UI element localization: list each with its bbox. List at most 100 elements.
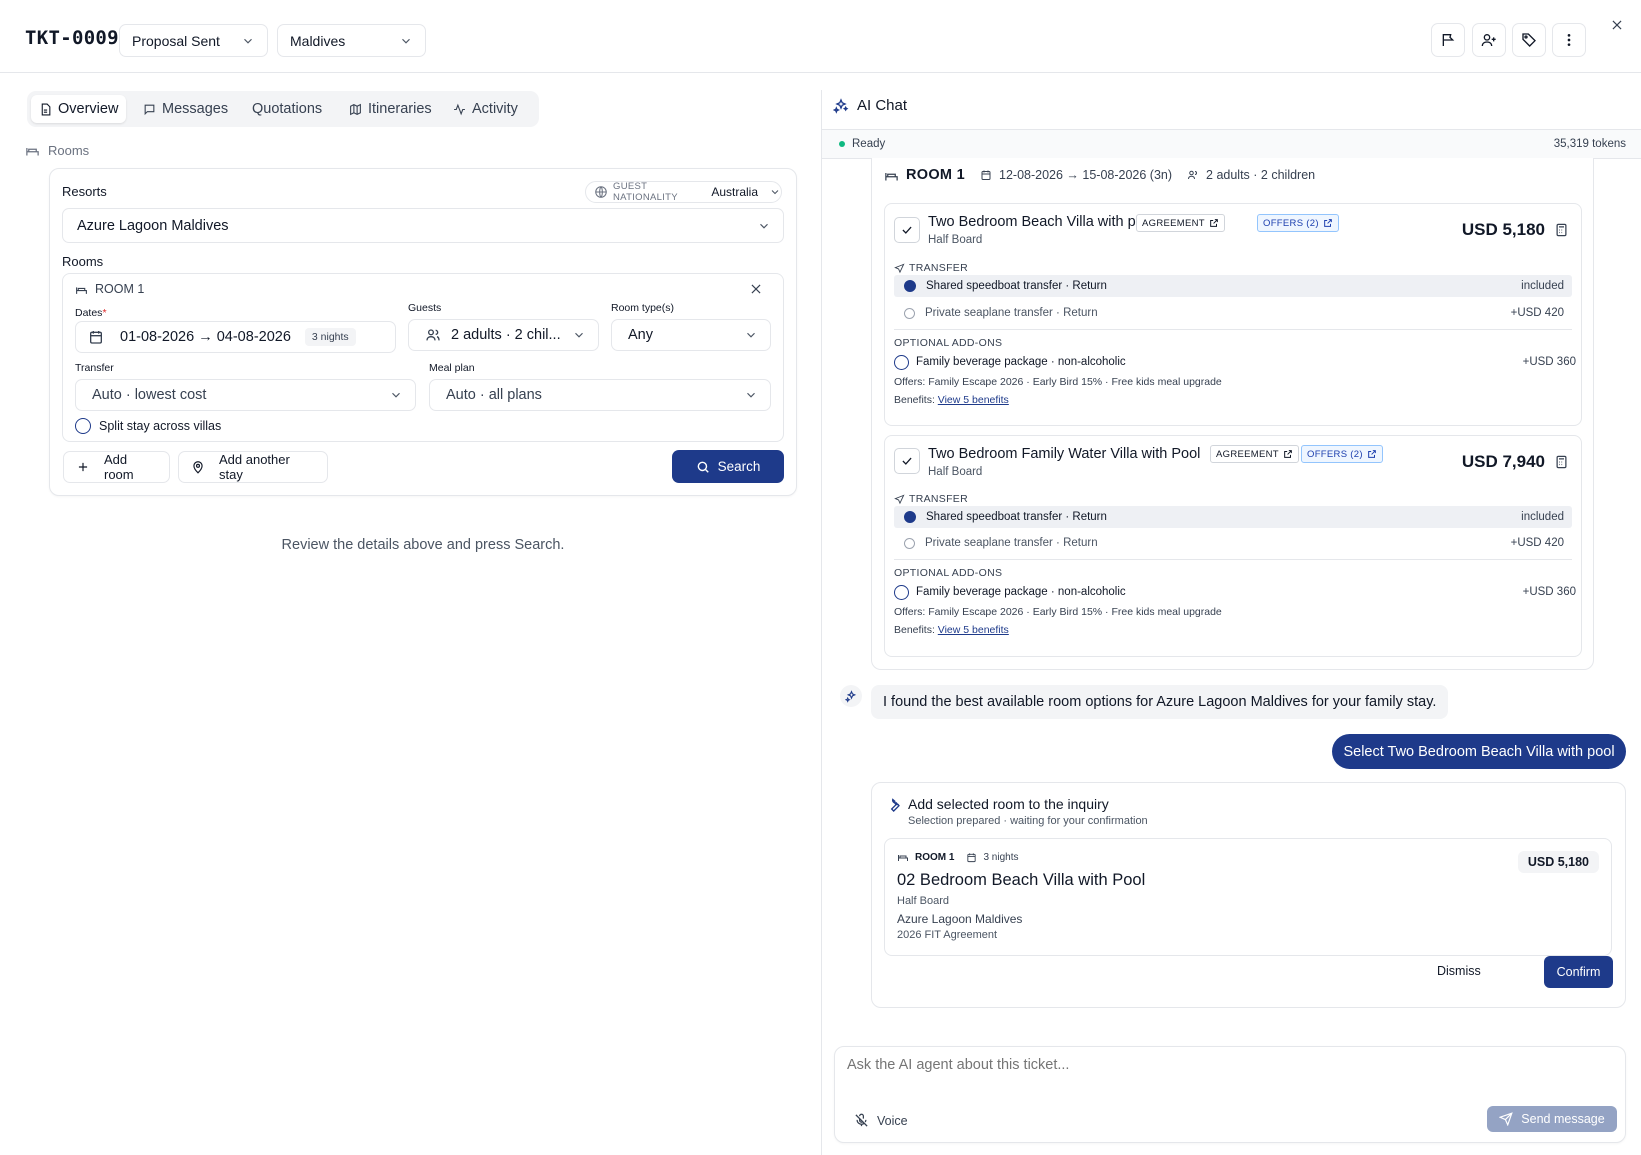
- search-icon: [696, 460, 710, 474]
- status-select-value: Proposal Sent: [132, 32, 220, 49]
- token-count: 35,319 tokens: [1553, 138, 1626, 150]
- sparkles-icon: [844, 689, 858, 703]
- tab-bar: Overview Messages Quotations Itineraries…: [27, 91, 539, 127]
- destination-select[interactable]: Maldives: [277, 24, 426, 57]
- room-1-header: ROOM 1: [75, 282, 144, 296]
- split-stay-checkbox[interactable]: [75, 418, 91, 434]
- chevron-down-icon: [399, 34, 413, 48]
- bed-icon: [75, 283, 88, 296]
- tab-label: Overview: [58, 101, 119, 117]
- flag-button[interactable]: [1431, 23, 1465, 57]
- tab-messages[interactable]: Messages: [135, 95, 236, 123]
- offers-tag[interactable]: OFFERS (2): [1301, 445, 1383, 463]
- add-room-label: Add room: [104, 452, 134, 482]
- document-icon: [39, 103, 52, 116]
- voice-button[interactable]: Voice: [854, 1113, 908, 1128]
- chevron-down-icon: [769, 186, 781, 198]
- result-guests: 2 adults · 2 children: [1206, 168, 1316, 182]
- users-icon: [425, 327, 441, 343]
- addon-checkbox[interactable]: [894, 354, 909, 370]
- addon-option[interactable]: Family beverage package · non-alcoholic …: [894, 583, 1576, 601]
- send-message-button[interactable]: Send message: [1487, 1106, 1617, 1132]
- transfer-label: Transfer: [75, 362, 114, 374]
- chat-input[interactable]: [847, 1057, 1607, 1087]
- message-icon: [143, 103, 156, 116]
- transfer-option[interactable]: Shared speedboat transfer · Return inclu…: [894, 506, 1572, 528]
- remove-room-button[interactable]: [749, 282, 763, 296]
- ai-avatar: [840, 685, 862, 707]
- search-button[interactable]: Search: [672, 450, 784, 483]
- resort-select[interactable]: Azure Lagoon Maldives: [62, 208, 784, 243]
- close-button[interactable]: [1606, 14, 1628, 36]
- addon-price: +USD 360: [1522, 586, 1576, 598]
- benefits-row: Benefits: View 5 benefits: [894, 394, 1009, 406]
- transfer-select[interactable]: Auto · lowest cost: [75, 379, 416, 411]
- chevron-down-icon: [241, 34, 255, 48]
- view-benefits-link[interactable]: View 5 benefits: [938, 394, 1009, 406]
- result-room-title: ROOM 1: [906, 167, 965, 183]
- tab-overview[interactable]: Overview: [31, 95, 127, 123]
- tab-itineraries[interactable]: Itineraries: [341, 95, 440, 123]
- map-icon: [349, 103, 362, 116]
- chat-input-box: Voice Send message: [834, 1046, 1626, 1143]
- select-option-checkbox[interactable]: [894, 448, 920, 474]
- room-1-title: ROOM 1: [95, 282, 145, 296]
- add-another-stay-button[interactable]: Add another stay: [178, 451, 328, 483]
- split-stay-toggle[interactable]: Split stay across villas: [75, 418, 221, 434]
- calendar-icon: [88, 329, 104, 345]
- guest-nationality-select[interactable]: GUEST NATIONALITY Australia: [585, 181, 782, 203]
- check-icon: [900, 454, 914, 468]
- tag-button[interactable]: [1512, 23, 1546, 57]
- offers-tag[interactable]: OFFERS (2): [1257, 214, 1339, 232]
- bed-icon: [25, 143, 40, 158]
- addon-price: +USD 360: [1522, 356, 1576, 368]
- transfer-section-label: TRANSFER: [894, 493, 968, 505]
- room-option-card: Two Bedroom Family Water Villa with Pool…: [884, 435, 1582, 657]
- option-board: Half Board: [928, 234, 983, 246]
- external-link-icon: [1283, 449, 1293, 459]
- transfer-option[interactable]: Shared speedboat transfer · Return inclu…: [894, 275, 1572, 297]
- globe-icon: [594, 185, 608, 199]
- addon-checkbox[interactable]: [894, 584, 909, 600]
- option-price: USD 5,180: [1461, 220, 1545, 239]
- plus-icon: [76, 460, 90, 474]
- confirm-button[interactable]: Confirm: [1544, 956, 1613, 988]
- summary-board: Half Board: [897, 895, 949, 907]
- room-type-select[interactable]: Any: [611, 319, 771, 351]
- addon-option[interactable]: Family beverage package · non-alcoholic …: [894, 353, 1576, 371]
- rooms-label: Rooms: [62, 254, 104, 269]
- selected-room-summary: ROOM 1 3 nights USD 5,180 02 Bedroom Bea…: [884, 838, 1612, 956]
- room-type-value: Any: [628, 327, 653, 343]
- dates-input[interactable]: 01-08-2026 → 04-08-2026 3 nights: [75, 321, 396, 353]
- external-link-icon: [1323, 218, 1333, 228]
- guests-label: Guests: [408, 302, 442, 314]
- more-button[interactable]: [1552, 23, 1586, 57]
- external-link-icon: [1367, 449, 1377, 459]
- select-option-checkbox[interactable]: [894, 217, 920, 243]
- calculator-icon[interactable]: [1554, 454, 1569, 470]
- transfer-option-price: +USD 420: [1510, 307, 1564, 319]
- calendar-icon: [966, 852, 977, 863]
- dismiss-button[interactable]: Dismiss: [1437, 964, 1481, 978]
- agreement-tag[interactable]: AGREEMENT: [1210, 445, 1299, 463]
- agreement-tag[interactable]: AGREEMENT: [1136, 214, 1225, 232]
- status-text: Ready: [852, 138, 886, 150]
- tab-quotations[interactable]: Quotations: [244, 95, 330, 123]
- radio-unselected: [904, 537, 915, 549]
- assign-user-button[interactable]: [1472, 23, 1506, 57]
- transfer-option[interactable]: Private seaplane transfer · Return +USD …: [894, 532, 1572, 554]
- tab-activity[interactable]: Activity: [445, 95, 526, 123]
- divider: [894, 329, 1572, 330]
- resorts-label: Resorts: [62, 184, 107, 199]
- option-title: Two Bedroom Family Water Villa with Pool: [928, 446, 1201, 462]
- status-select[interactable]: Proposal Sent: [119, 24, 268, 57]
- transfer-option[interactable]: Private seaplane transfer · Return +USD …: [894, 302, 1572, 324]
- room-type-label: Room type(s): [611, 302, 675, 314]
- guests-select[interactable]: 2 adults · 2 chil...: [408, 319, 599, 351]
- check-icon: [900, 223, 914, 237]
- assistant-message: I found the best available room options …: [871, 685, 1449, 719]
- calculator-icon[interactable]: [1554, 222, 1569, 238]
- view-benefits-link[interactable]: View 5 benefits: [938, 624, 1009, 636]
- meal-plan-select[interactable]: Auto · all plans: [429, 379, 771, 411]
- add-room-button[interactable]: Add room: [63, 451, 170, 483]
